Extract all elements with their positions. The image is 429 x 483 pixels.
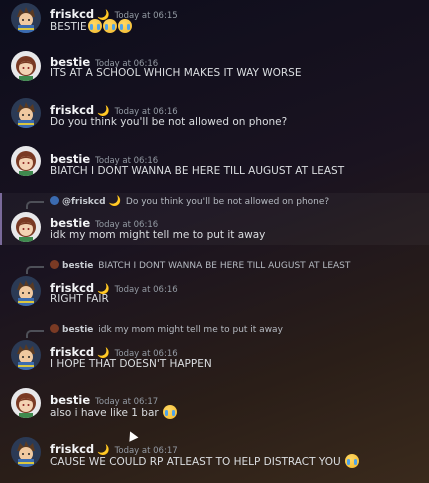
avatar-friskcd[interactable] <box>11 276 41 306</box>
username[interactable]: bestie <box>50 216 90 230</box>
reply-spine <box>26 201 44 209</box>
reply-avatar <box>50 260 59 269</box>
message-text: ITS AT A SCHOOL WHICH MAKES IT WAY WORSE <box>50 67 302 79</box>
message-content: BESTIE <box>50 19 132 33</box>
avatar-bestie[interactable] <box>11 51 41 81</box>
loudly-crying-emoji-icon <box>345 454 359 468</box>
avatar-friskcd[interactable] <box>11 437 41 467</box>
message-text: BESTIE <box>50 21 87 33</box>
username[interactable]: friskcd <box>50 103 94 117</box>
reply-spine <box>26 266 44 274</box>
message-text: CAUSE WE COULD RP ATLEAST TO HELP DISTRA… <box>50 456 341 468</box>
message-text: Do you think you'll be not allowed on ph… <box>50 116 288 128</box>
avatar-friskcd[interactable] <box>11 340 41 370</box>
reply-avatar <box>50 324 59 333</box>
avatar-friskcd[interactable] <box>11 98 41 128</box>
message-text: RIGHT FAIR <box>50 293 109 305</box>
avatar-bestie[interactable] <box>11 212 41 242</box>
reply-preview[interactable]: @friskcd 🌙 Do you think you'll be not all… <box>50 196 329 207</box>
message-text: also i have like 1 bar <box>50 407 159 419</box>
avatar-bestie[interactable] <box>11 146 41 176</box>
message-text: BIATCH I DONT WANNA BE HERE TILL AUGUST … <box>50 165 345 177</box>
reply-username: bestie <box>62 261 94 271</box>
loudly-crying-emoji-icon <box>102 19 117 33</box>
message-content: also i have like 1 bar <box>50 405 178 419</box>
message-text: I HOPE THAT DOESN'T HAPPEN <box>50 358 212 370</box>
timestamp: Today at 06:16 <box>114 285 178 295</box>
reply-text: idk my mom might tell me to put it away <box>98 325 283 335</box>
reply-preview[interactable]: bestie idk my mom might tell me to put i… <box>50 324 283 335</box>
loudly-crying-emoji-icon <box>117 19 132 33</box>
reply-avatar <box>50 196 59 205</box>
reply-text: BIATCH I DONT WANNA BE HERE TILL AUGUST … <box>98 261 351 271</box>
avatar-bestie[interactable] <box>11 388 41 418</box>
reply-text: Do you think you'll be not allowed on ph… <box>125 197 330 207</box>
username[interactable]: bestie <box>50 152 90 166</box>
reply-spine <box>26 330 44 338</box>
message-text: idk my mom might tell me to put it away <box>50 229 266 241</box>
message-content: CAUSE WE COULD RP ATLEAST TO HELP DISTRA… <box>50 454 359 468</box>
reply-username: bestie <box>62 325 94 335</box>
reply-username: @friskcd <box>62 197 106 207</box>
username[interactable]: friskcd <box>50 345 94 359</box>
moon-emoji-icon: 🌙 <box>108 196 122 207</box>
loudly-crying-emoji-icon <box>163 405 178 419</box>
avatar-friskcd[interactable] <box>11 3 41 33</box>
loudly-crying-emoji-icon <box>87 19 102 33</box>
reply-preview[interactable]: bestie BIATCH I DONT WANNA BE HERE TILL … <box>50 260 350 271</box>
